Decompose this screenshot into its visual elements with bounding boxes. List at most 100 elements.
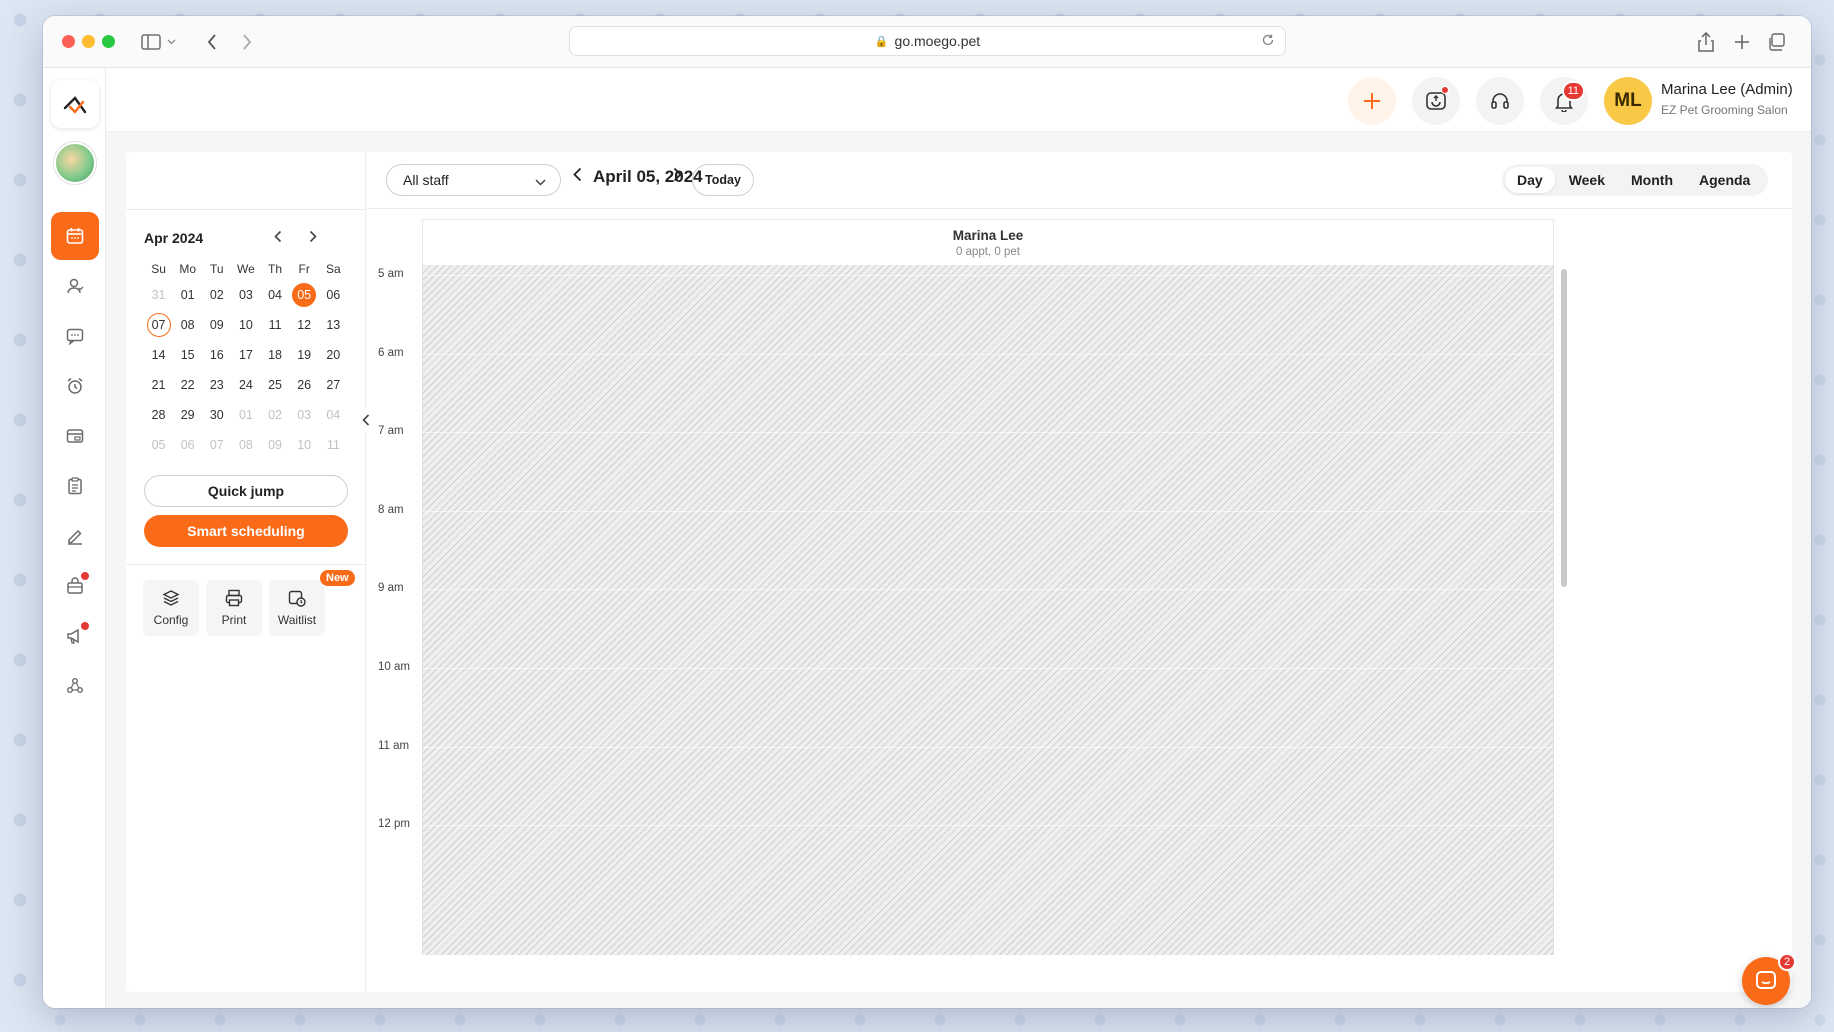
tab-agenda[interactable]: Agenda [1687,167,1762,193]
day-cell[interactable]: 14 [144,342,173,368]
day-cell[interactable]: 22 [173,372,202,398]
sidebar-item-clients[interactable] [51,262,99,310]
day-cell[interactable]: 10 [290,432,319,458]
share-icon[interactable] [1693,29,1719,55]
chevron-right-icon[interactable] [303,230,323,248]
day-cell[interactable]: 16 [202,342,231,368]
config-button[interactable]: Config [143,580,199,636]
day-cell[interactable]: 17 [231,342,260,368]
day-cell[interactable]: 11 [319,432,348,458]
sidebar-item-reports[interactable] [51,462,99,510]
chevron-left-icon[interactable] [268,230,288,248]
quick-jump-button[interactable]: Quick jump [144,475,348,507]
online-booking-button[interactable] [1412,77,1460,125]
next-day-button[interactable] [673,167,682,187]
day-cell[interactable]: 24 [231,372,260,398]
waitlist-button[interactable]: Waitlist [269,580,325,636]
back-arrow-icon[interactable] [199,29,225,55]
day-cell[interactable]: 26 [290,372,319,398]
sidebar-item-payments[interactable] [51,412,99,460]
day-cell[interactable]: 02 [202,282,231,308]
tab-month[interactable]: Month [1619,167,1685,193]
day-cell[interactable]: 04 [261,282,290,308]
tab-day[interactable]: Day [1505,167,1555,193]
hour-line [423,510,1553,512]
day-cell[interactable]: 05 [144,432,173,458]
address-bar[interactable]: 🔒 go.moego.pet [569,26,1286,56]
day-cell[interactable]: 03 [290,402,319,428]
user-name[interactable]: Marina Lee (Admin) [1661,81,1793,98]
day-cell[interactable]: 09 [261,432,290,458]
staff-name: Marina Lee [952,228,1024,243]
day-cell[interactable]: 08 [173,312,202,338]
day-cell[interactable]: 19 [290,342,319,368]
sidebar-item-network[interactable] [51,662,99,710]
day-cell[interactable]: 13 [319,312,348,338]
day-cell[interactable]: 23 [202,372,231,398]
day-cell[interactable]: 01 [173,282,202,308]
day-cell[interactable]: 03 [231,282,260,308]
printer-icon [225,589,243,607]
print-label: Print [221,613,247,627]
previous-day-button[interactable] [573,167,582,187]
day-cell[interactable]: 01 [231,402,260,428]
sidebar-item-edit[interactable] [51,512,99,560]
day-cell[interactable]: 06 [319,282,348,308]
scrollbar-thumb[interactable] [1561,269,1567,587]
day-cell[interactable]: 07 [144,312,173,338]
sidebar-item-retail[interactable] [51,562,99,610]
day-cell[interactable]: 06 [173,432,202,458]
staff-filter-select[interactable]: All staff [386,164,561,196]
day-cell[interactable]: 09 [202,312,231,338]
user-avatar[interactable]: ML [1604,77,1652,125]
minimize-window-button[interactable] [82,35,95,48]
reload-icon[interactable] [1261,33,1275,50]
day-cell[interactable]: 05 [290,282,319,308]
print-button[interactable]: Print [206,580,262,636]
day-cell[interactable]: 07 [202,432,231,458]
day-cell[interactable]: 30 [202,402,231,428]
day-cell[interactable]: 27 [319,372,348,398]
day-cell[interactable]: 21 [144,372,173,398]
hour-line [423,432,1553,434]
chevron-down-icon[interactable] [164,29,178,55]
waitlist-label: Waitlist [277,613,317,627]
forward-arrow-icon[interactable] [234,29,260,55]
sidebar-item-marketing[interactable] [51,612,99,660]
day-cell[interactable]: 28 [144,402,173,428]
time-grid[interactable] [422,265,1554,955]
new-tab-icon[interactable] [1729,29,1755,55]
add-button[interactable] [1348,77,1396,125]
day-cell[interactable]: 25 [261,372,290,398]
weekday-label: Tu [210,262,224,276]
day-cell[interactable]: 02 [261,402,290,428]
day-cell[interactable]: 12 [290,312,319,338]
sidebar-item-calendar[interactable] [51,212,99,260]
notifications-button[interactable]: 11 [1540,77,1588,125]
calendar-toolbar: All staff April 05, 2024 Today Day Week … [367,152,1792,209]
day-cell[interactable]: 29 [173,402,202,428]
business-avatar[interactable] [54,142,96,184]
moego-logo[interactable] [51,80,99,128]
day-cell[interactable]: 18 [261,342,290,368]
day-cell[interactable]: 11 [261,312,290,338]
sidebar-item-messages[interactable] [51,312,99,360]
close-window-button[interactable] [62,35,75,48]
day-cell[interactable]: 15 [173,342,202,368]
time-label: 8 am [378,503,404,516]
tab-week[interactable]: Week [1557,167,1617,193]
day-cell[interactable]: 04 [319,402,348,428]
current-date-label[interactable]: April 05, 2024 [593,167,703,187]
tab-overview-icon[interactable] [1763,29,1789,55]
support-button[interactable] [1476,77,1524,125]
smart-scheduling-button[interactable]: Smart scheduling [144,515,348,547]
today-button[interactable]: Today [692,164,754,196]
day-cell[interactable]: 10 [231,312,260,338]
day-cell[interactable]: 31 [144,282,173,308]
view-switcher: Day Week Month Agenda [1502,164,1768,196]
day-cell[interactable]: 20 [319,342,348,368]
zoom-window-button[interactable] [102,35,115,48]
day-cell[interactable]: 08 [231,432,260,458]
sidebar-toggle-icon[interactable] [138,29,164,55]
sidebar-item-reminders[interactable] [51,362,99,410]
